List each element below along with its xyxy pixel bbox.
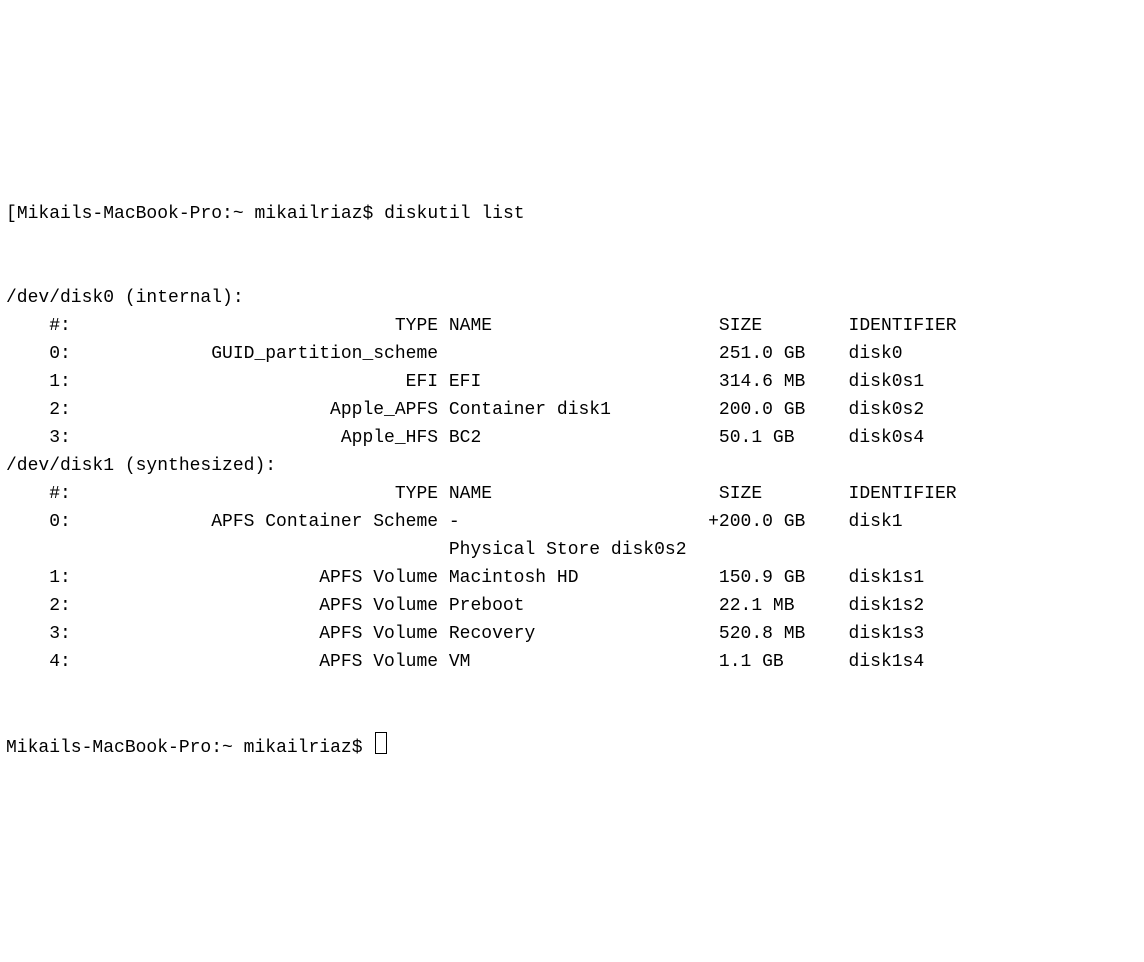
partition-row: 0: GUID_partition_scheme 251.0 GB disk0 xyxy=(6,340,1138,368)
partition-row: 3: APFS Volume Recovery 520.8 MB disk1s3 xyxy=(6,620,1138,648)
column-header: #: TYPE NAME SIZE IDENTIFIER xyxy=(6,480,1138,508)
column-header: #: TYPE NAME SIZE IDENTIFIER xyxy=(6,312,1138,340)
command-text: diskutil list xyxy=(384,204,524,224)
username: mikailriaz xyxy=(254,204,362,224)
disk-header: /dev/disk0 (internal): xyxy=(6,284,1138,312)
disk-header: /dev/disk1 (synthesized): xyxy=(6,452,1138,480)
prompt-line-2[interactable]: Mikails-MacBook-Pro:~ mikailriaz$ xyxy=(6,732,1138,762)
bracket-open: [ xyxy=(6,204,17,224)
terminal-window[interactable]: [ Mikails-MacBook-Pro:~ mikailriaz$ disku… xyxy=(0,140,1144,822)
partition-row: 2: Apple_APFS Container disk1 200.0 GB d… xyxy=(6,396,1138,424)
partition-row: 3: Apple_HFS BC2 50.1 GB disk0s4 xyxy=(6,424,1138,452)
partition-row: 1: APFS Volume Macintosh HD 150.9 GB dis… xyxy=(6,564,1138,592)
partition-row: 4: APFS Volume VM 1.1 GB disk1s4 xyxy=(6,648,1138,676)
hostname: Mikails-MacBook-Pro xyxy=(6,738,211,758)
cursor-icon xyxy=(375,732,387,754)
hostname: Mikails-MacBook-Pro xyxy=(17,204,222,224)
cwd: ~ xyxy=(233,204,244,224)
partition-row: 0: APFS Container Scheme - +200.0 GB dis… xyxy=(6,508,1138,536)
username: mikailriaz xyxy=(244,738,352,758)
partition-row: 1: EFI EFI 314.6 MB disk0s1 xyxy=(6,368,1138,396)
partition-row: 2: APFS Volume Preboot 22.1 MB disk1s2 xyxy=(6,592,1138,620)
cwd: ~ xyxy=(222,738,233,758)
command-output: /dev/disk0 (internal): #: TYPE NAME SIZE… xyxy=(6,284,1138,676)
physical-store-line: Physical Store disk0s2 xyxy=(6,536,1138,564)
prompt-line-1: [Mikails-MacBook-Pro:~ mikailriaz$ disku… xyxy=(6,200,1138,228)
